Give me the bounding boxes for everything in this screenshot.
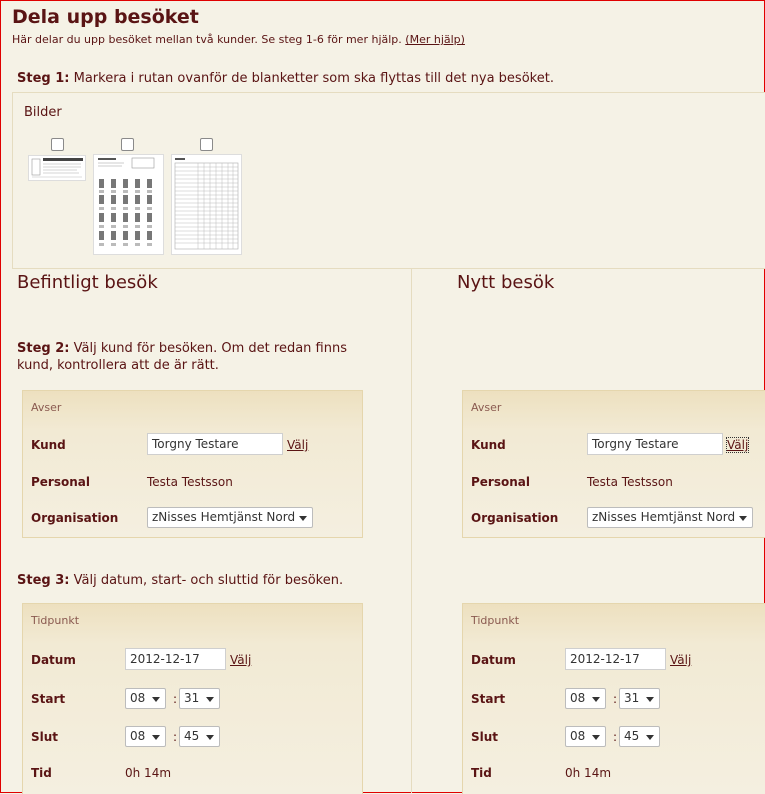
datum-input[interactable]: 2012-12-17 — [565, 648, 666, 670]
slut-hour-value: 08 — [570, 729, 586, 743]
start-minute-value: 31 — [624, 691, 640, 705]
personal-label: Personal — [31, 475, 90, 489]
step2-label: Steg 2: — [17, 341, 70, 356]
slut-minute-value: 45 — [184, 729, 200, 743]
step3-text: Välj datum, start- och sluttid för besök… — [73, 573, 344, 588]
image-1-checkbox[interactable] — [51, 138, 64, 151]
tid-value: 0h 14m — [565, 766, 612, 780]
step3-instruction: Steg 3: Välj datum, start- och sluttid f… — [17, 572, 343, 589]
right-tidpunkt-panel: Tidpunkt Datum 2012-12-17 Välj Start 08 … — [462, 603, 765, 794]
help-link[interactable]: (Mer hjälp) — [405, 33, 465, 46]
chevron-down-icon — [299, 516, 307, 521]
chevron-down-icon — [592, 697, 600, 702]
chevron-down-icon — [739, 516, 747, 521]
images-label: Bilder — [24, 105, 62, 120]
slut-hour-value: 08 — [130, 729, 146, 743]
kund-label: Kund — [31, 438, 66, 452]
image-1-thumbnail[interactable] — [28, 155, 86, 181]
chevron-down-icon — [206, 697, 214, 702]
kund-valj-link[interactable]: Välj — [725, 437, 750, 453]
start-hour-select[interactable]: 08 — [565, 688, 606, 709]
kund-valj-link[interactable]: Välj — [287, 438, 308, 452]
chart-form-thumbnail-icon — [98, 157, 155, 246]
image-2-checkbox[interactable] — [121, 138, 134, 151]
subtitle-text: Här delar du upp besöket mellan två kund… — [12, 33, 402, 46]
slut-minute-select[interactable]: 45 — [619, 726, 660, 747]
image-2-thumbnail[interactable] — [93, 154, 164, 255]
start-hour-value: 08 — [570, 691, 586, 705]
avser-title: Avser — [31, 401, 62, 414]
start-minute-select[interactable]: 31 — [619, 688, 660, 709]
left-avser-panel: Avser Kund Torgny Testare Välj Personal … — [22, 390, 363, 538]
slut-hour-select[interactable]: 08 — [565, 726, 606, 747]
tidpunkt-title: Tidpunkt — [471, 614, 520, 627]
page-subtitle: Här delar du upp besöket mellan två kund… — [12, 33, 465, 46]
form-thumbnail-icon — [31, 158, 83, 178]
left-tidpunkt-panel: Tidpunkt Datum 2012-12-17 Välj Start 08 … — [22, 603, 363, 794]
chevron-down-icon — [206, 735, 214, 740]
time-separator: : — [613, 692, 618, 706]
start-hour-value: 08 — [130, 691, 146, 705]
time-separator: : — [173, 692, 178, 706]
slut-hour-select[interactable]: 08 — [125, 726, 166, 747]
kund-input[interactable]: Torgny Testare — [147, 433, 283, 455]
start-minute-value: 31 — [184, 691, 200, 705]
personal-value: Testa Testsson — [147, 475, 233, 489]
organisation-select[interactable]: zNisses Hemtjänst Nord — [147, 507, 313, 528]
chevron-down-icon — [152, 735, 160, 740]
organisation-selected-value: zNisses Hemtjänst Nord — [152, 510, 296, 524]
table-form-thumbnail-icon — [174, 158, 239, 250]
slut-label: Slut — [31, 730, 59, 744]
step2-instruction: Steg 2: Välj kund för besöken. Om det re… — [17, 340, 357, 374]
organisation-label: Organisation — [31, 511, 119, 525]
datum-label: Datum — [31, 653, 76, 667]
step1-label: Steg 1: — [17, 71, 70, 86]
tid-value: 0h 14m — [125, 766, 172, 780]
slut-label: Slut — [471, 730, 499, 744]
organisation-selected-value: zNisses Hemtjänst Nord — [592, 510, 736, 524]
step3-label: Steg 3: — [17, 573, 70, 588]
kund-label: Kund — [471, 438, 506, 452]
step1-text: Markera i rutan ovanför de blanketter so… — [73, 71, 554, 86]
image-3-thumbnail[interactable] — [171, 154, 242, 255]
existing-visit-heading: Befintligt besök — [17, 272, 158, 293]
tid-label: Tid — [471, 766, 492, 780]
new-visit-heading: Nytt besök — [457, 272, 555, 293]
start-minute-select[interactable]: 31 — [179, 688, 220, 709]
tidpunkt-title: Tidpunkt — [31, 614, 80, 627]
chevron-down-icon — [592, 735, 600, 740]
page-title: Dela upp besöket — [12, 6, 199, 28]
kund-input[interactable]: Torgny Testare — [587, 433, 723, 455]
slut-minute-select[interactable]: 45 — [179, 726, 220, 747]
start-label: Start — [471, 692, 506, 706]
personal-value: Testa Testsson — [587, 475, 673, 489]
datum-label: Datum — [471, 653, 516, 667]
tid-label: Tid — [31, 766, 52, 780]
start-hour-select[interactable]: 08 — [125, 688, 166, 709]
image-3-checkbox[interactable] — [200, 138, 213, 151]
time-separator: : — [173, 730, 178, 744]
start-label: Start — [31, 692, 66, 706]
chevron-down-icon — [152, 697, 160, 702]
right-avser-panel: Avser Kund Torgny Testare Välj Personal … — [462, 390, 765, 538]
datum-valj-link[interactable]: Välj — [670, 653, 691, 667]
avser-title: Avser — [471, 401, 502, 414]
datum-input[interactable]: 2012-12-17 — [125, 648, 226, 670]
step1-instruction: Steg 1: Markera i rutan ovanför de blank… — [17, 70, 554, 87]
slut-minute-value: 45 — [624, 729, 640, 743]
chevron-down-icon — [646, 735, 654, 740]
column-divider — [411, 268, 412, 793]
organisation-select[interactable]: zNisses Hemtjänst Nord — [587, 507, 753, 528]
chevron-down-icon — [646, 697, 654, 702]
datum-valj-link[interactable]: Välj — [230, 653, 251, 667]
organisation-label: Organisation — [471, 511, 559, 525]
time-separator: : — [613, 730, 618, 744]
images-box: Bilder — [12, 92, 765, 269]
personal-label: Personal — [471, 475, 530, 489]
